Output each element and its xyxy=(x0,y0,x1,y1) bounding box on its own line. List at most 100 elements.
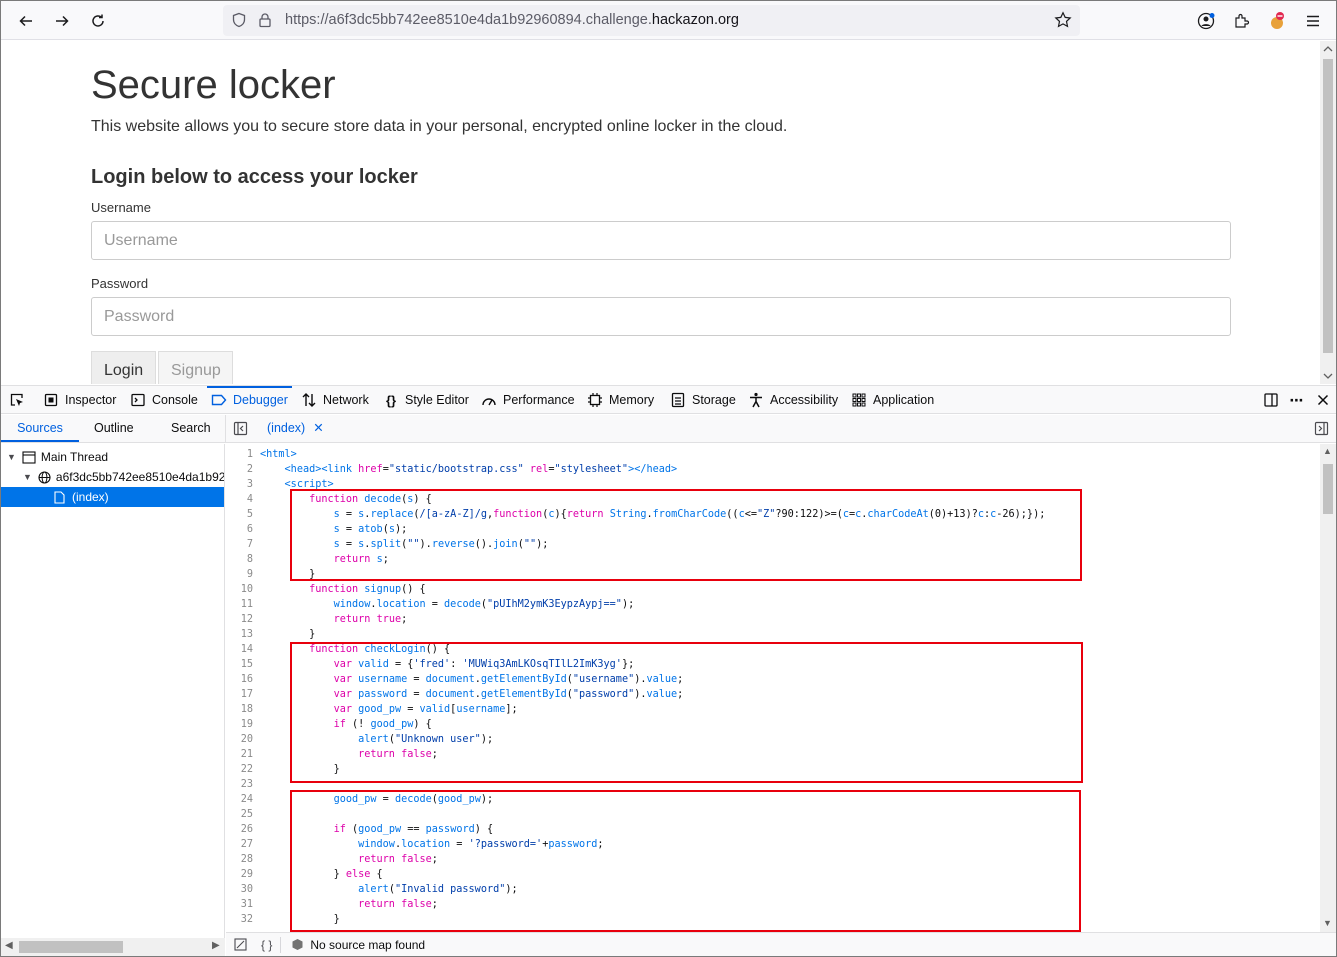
tab-network[interactable]: Network xyxy=(301,386,369,414)
tab-outline[interactable]: Outline xyxy=(94,415,134,442)
username-input[interactable] xyxy=(91,221,1231,260)
signup-tab[interactable]: Signup xyxy=(158,351,233,384)
tree-file-label: (index) xyxy=(72,490,109,504)
devtools-toolbar: Inspector Console Debugger Network {} St… xyxy=(1,385,1336,414)
tab-storage[interactable]: Storage xyxy=(670,386,736,414)
tab-accessibility-label: Accessibility xyxy=(770,393,839,407)
toggle-sidebar-icon[interactable] xyxy=(233,421,248,441)
username-label: Username xyxy=(91,200,151,215)
sidebar-scroll-thumb[interactable] xyxy=(19,941,123,953)
login-tab[interactable]: Login xyxy=(91,351,156,384)
editor-footer: { } No source map found xyxy=(226,932,1336,956)
scroll-up-icon[interactable] xyxy=(1323,44,1333,54)
page-scrollbar[interactable] xyxy=(1320,41,1336,384)
tab-accessibility[interactable]: Accessibility xyxy=(748,386,838,414)
source-map-box-icon xyxy=(291,938,304,951)
storage-icon xyxy=(670,392,686,408)
tab-sources[interactable]: Sources xyxy=(1,415,79,442)
close-icon xyxy=(1315,392,1331,408)
forward-arrow-icon xyxy=(56,15,69,27)
debugger-subbar: Sources Outline Search (index) ✕ xyxy=(1,415,1336,443)
expand-arrow-icon[interactable]: ▼ xyxy=(7,452,16,462)
tab-inspector-label: Inspector xyxy=(65,393,117,407)
scroll-left-icon[interactable]: ◀ xyxy=(5,940,13,951)
account-icon xyxy=(1197,12,1215,30)
element-picker-button[interactable] xyxy=(9,386,25,414)
globe-icon xyxy=(38,470,51,484)
more-options-button[interactable]: ⋯ xyxy=(1289,386,1305,414)
footer-divider xyxy=(280,936,282,953)
tab-style-editor[interactable]: {} Style Editor xyxy=(383,386,469,414)
hamburger-icon xyxy=(1307,15,1319,27)
lock-icon[interactable] xyxy=(257,12,273,33)
tree-host-label: a6f3dc5bb742ee8510e4da1b92960894 xyxy=(55,470,225,484)
braces-icon: {} xyxy=(385,392,397,408)
sidebar-hscrollbar[interactable]: ◀ ▶ xyxy=(1,938,225,956)
close-tab-icon[interactable]: ✕ xyxy=(313,415,323,442)
tree-main-thread[interactable]: ▼ Main Thread xyxy=(1,447,224,467)
forward-button[interactable] xyxy=(48,7,76,35)
editor-scroll-thumb[interactable] xyxy=(1323,464,1333,514)
scroll-right-icon[interactable]: ▶ xyxy=(212,940,220,951)
shield-icon[interactable] xyxy=(231,12,247,33)
toggle-secondary-pane-icon[interactable] xyxy=(1314,421,1329,441)
tree-thread-label: Main Thread xyxy=(40,450,109,464)
url-bar[interactable]: https://a6f3dc5bb742ee8510e4da1b92960894… xyxy=(223,5,1080,36)
tab-application-label: Application xyxy=(873,393,935,407)
application-grid-icon xyxy=(851,392,867,408)
window-icon xyxy=(22,450,36,464)
tab-console[interactable]: Console xyxy=(130,386,198,414)
pretty-print-toggle-icon[interactable] xyxy=(234,938,247,951)
close-devtools-button[interactable] xyxy=(1315,386,1331,414)
tab-storage-label: Storage xyxy=(692,393,736,407)
back-arrow-icon xyxy=(19,15,32,27)
tab-application[interactable]: Application xyxy=(851,386,934,414)
tab-performance[interactable]: Performance xyxy=(481,386,575,414)
dock-button[interactable] xyxy=(1263,386,1279,414)
app-menu-button[interactable] xyxy=(1299,7,1327,35)
tab-inspector[interactable]: Inspector xyxy=(43,386,116,414)
tab-debugger-label: Debugger xyxy=(233,393,288,407)
gauge-icon xyxy=(481,392,497,408)
url-domain: hackazon.org xyxy=(651,12,739,28)
reload-button[interactable] xyxy=(84,7,112,35)
memory-chip-icon xyxy=(587,392,603,408)
tab-network-label: Network xyxy=(323,393,369,407)
bookmark-star-icon[interactable] xyxy=(1054,11,1072,34)
password-input[interactable] xyxy=(91,297,1231,336)
tab-debugger[interactable]: Debugger xyxy=(207,386,292,414)
puzzle-icon xyxy=(1235,13,1250,28)
account-button[interactable] xyxy=(1192,7,1220,35)
expand-arrow-icon[interactable]: ▼ xyxy=(23,472,32,482)
extensions-button[interactable] xyxy=(1228,7,1256,35)
highlight-decode-function xyxy=(290,489,1082,581)
scrollbar-thumb[interactable] xyxy=(1323,59,1333,353)
debugger-icon xyxy=(211,392,227,408)
tab-style-editor-label: Style Editor xyxy=(405,393,469,407)
highlight-checklogin-function xyxy=(290,642,1083,783)
scroll-down-icon[interactable] xyxy=(1323,371,1333,381)
pretty-print-button[interactable]: { } xyxy=(261,938,272,952)
tab-memory-label: Memory xyxy=(609,393,655,407)
highlight-password-check xyxy=(290,790,1081,932)
editor-scrollbar[interactable]: ▲ ▼ xyxy=(1320,444,1336,932)
page-viewport: Secure locker This website allows you to… xyxy=(1,41,1336,384)
addon-button[interactable] xyxy=(1263,7,1291,35)
source-map-status: No source map found xyxy=(310,937,426,952)
scroll-up-icon[interactable]: ▲ xyxy=(1323,446,1332,456)
browser-toolbar: https://a6f3dc5bb742ee8510e4da1b92960894… xyxy=(1,1,1336,40)
tree-host[interactable]: ▼ a6f3dc5bb742ee8510e4da1b92960894 xyxy=(1,467,225,487)
scroll-down-icon[interactable]: ▼ xyxy=(1323,918,1332,928)
subbar-divider xyxy=(225,415,226,442)
tab-search[interactable]: Search xyxy=(171,415,211,442)
code-line: 13 } xyxy=(240,629,316,640)
tab-memory[interactable]: Memory xyxy=(587,386,654,414)
tree-file-index[interactable]: (index) xyxy=(1,487,224,507)
back-button[interactable] xyxy=(12,7,40,35)
code-line: 11 window.location = decode("pUIhM2ymK3E… xyxy=(240,599,635,610)
accessibility-icon xyxy=(748,392,764,408)
network-icon xyxy=(301,392,317,408)
editor-tab-index[interactable]: (index) ✕ xyxy=(256,415,324,442)
more-dots-icon: ⋯ xyxy=(1289,391,1305,408)
code-line: 12 return true; xyxy=(240,614,408,625)
